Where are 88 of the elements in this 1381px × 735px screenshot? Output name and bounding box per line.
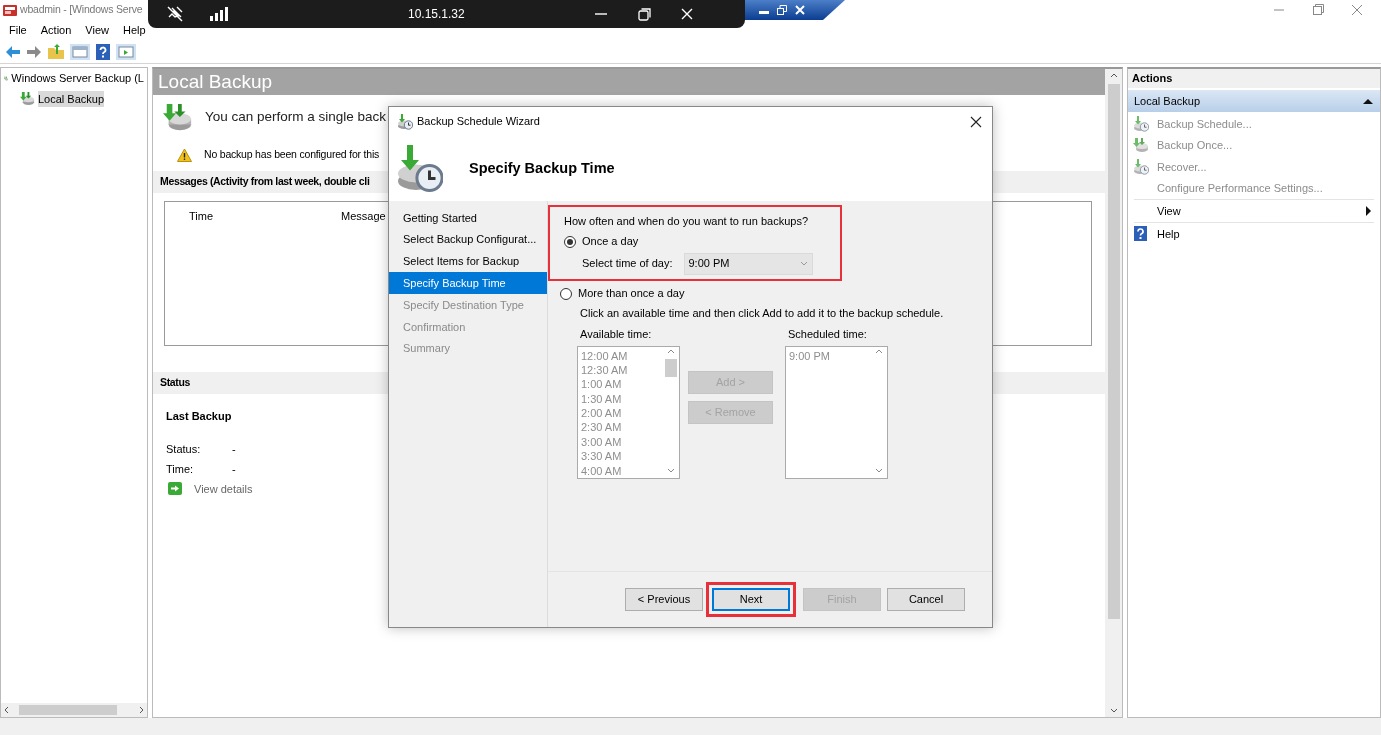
wizard-step[interactable]: Specify Backup Time xyxy=(389,272,547,295)
question-text: How often and when do you want to run backups? xyxy=(564,214,809,229)
unpin-icon[interactable] xyxy=(167,6,183,22)
radio-button[interactable] xyxy=(564,235,576,248)
tree-item[interactable]: Windows Server Backup (L xyxy=(11,70,144,87)
scroll-down-icon xyxy=(875,466,883,475)
close-icon[interactable] xyxy=(970,115,982,128)
list-item[interactable]: 2:00 AM xyxy=(581,406,660,421)
scrollbar-thumb[interactable] xyxy=(665,358,677,377)
pane-title: Actions xyxy=(1132,71,1173,87)
wizard-heading: Specify Backup Time xyxy=(469,158,615,178)
view-details-link[interactable]: View details xyxy=(194,480,253,497)
list-label: Scheduled time: xyxy=(788,327,868,342)
field-value: - xyxy=(232,441,236,457)
menu-item[interactable]: File xyxy=(9,21,27,39)
submenu-arrow-icon xyxy=(1364,206,1372,217)
wizard-button[interactable]: < Previous xyxy=(625,588,703,611)
column-header[interactable]: Time xyxy=(189,208,226,225)
list-item[interactable]: 1:00 AM xyxy=(581,377,660,392)
field-value: - xyxy=(232,461,236,477)
list-item[interactable]: 1:30 AM xyxy=(581,391,660,407)
radio-label[interactable]: Once a day xyxy=(582,233,639,250)
list-item[interactable]: 12:00 AM xyxy=(581,348,660,363)
section-title: Status xyxy=(160,375,190,391)
radio-button[interactable] xyxy=(560,287,572,300)
warning-icon xyxy=(177,148,192,162)
dialog-title: Backup Schedule Wizard xyxy=(417,114,540,130)
signal-icon[interactable] xyxy=(209,7,229,21)
restore-icon[interactable] xyxy=(637,7,651,21)
time-dropdown[interactable]: 9:00 PM xyxy=(683,252,813,275)
wizard-step[interactable]: Select Backup Configurat... xyxy=(389,228,547,251)
tree-item[interactable]: Local Backup xyxy=(38,90,105,107)
intro-text: You can perform a single back xyxy=(205,107,387,126)
wizard-icon xyxy=(395,144,443,193)
list-item[interactable]: 2:30 AM xyxy=(581,420,660,435)
action-pane-icon[interactable] xyxy=(116,43,136,60)
pane-command[interactable]: Help xyxy=(1157,225,1180,242)
section-label: Local Backup xyxy=(1134,93,1201,109)
menu-item[interactable]: View xyxy=(85,21,109,39)
restore-icon[interactable] xyxy=(777,5,787,15)
hint-text: Click an available time and then click Add to add it to the backup schedule. xyxy=(580,305,945,321)
backup-icon xyxy=(163,102,193,132)
help-icon[interactable] xyxy=(95,43,111,60)
field-label: Time: xyxy=(166,461,195,477)
forward-icon[interactable] xyxy=(26,44,42,59)
app-icon xyxy=(3,3,17,17)
page-heading: Local Backup xyxy=(153,69,1105,95)
wizard-step[interactable]: Select Items for Backup xyxy=(389,250,547,273)
window-title: wbadmin - [Windows Serve xyxy=(20,2,143,18)
menu-item[interactable]: Help xyxy=(122,21,146,39)
wizard-icon xyxy=(397,113,413,130)
vertical-scrollbar[interactable] xyxy=(1105,69,1122,717)
scroll-down-icon xyxy=(667,466,675,475)
wizard-button[interactable]: Next xyxy=(712,588,790,611)
scrollbar-thumb[interactable] xyxy=(19,705,117,715)
list-item[interactable]: 9:00 PM xyxy=(789,348,868,363)
folder-up-icon[interactable] xyxy=(47,43,65,60)
help-icon xyxy=(1133,225,1149,242)
list-item[interactable]: 12:30 AM xyxy=(581,362,660,378)
list-item[interactable]: 3:30 AM xyxy=(581,449,660,464)
time-list[interactable]: 12:00 AM 12:30 AM 1:00 AM 1:30 AM 2:00 AM 2:30 AM 3:00 AM 3:30 AM 4:00 AM xyxy=(577,345,680,479)
pane-command[interactable]: View xyxy=(1157,202,1181,220)
section-title: Messages (Activity from last week, double cli xyxy=(160,174,370,190)
menu-item[interactable]: Action xyxy=(40,21,72,39)
backup-icon xyxy=(20,91,35,107)
wizard-button[interactable]: Cancel xyxy=(887,588,965,611)
column-header[interactable]: Message xyxy=(341,208,386,225)
last-backup-title: Last Backup xyxy=(166,409,232,424)
time-list[interactable]: 9:00 PM xyxy=(785,345,888,479)
list-label: Available time: xyxy=(580,327,653,342)
connection-address: 10.15.1.32 xyxy=(408,6,465,23)
back-icon[interactable] xyxy=(5,44,21,59)
backup-schedule-icon xyxy=(1133,115,1149,132)
dropdown-caret-icon xyxy=(799,260,808,267)
maximize-icon[interactable] xyxy=(1312,4,1324,16)
list-item[interactable]: 4:00 AM xyxy=(581,463,660,478)
field-label: Status: xyxy=(166,441,202,457)
list-item[interactable]: 3:00 AM xyxy=(581,434,660,450)
field-label: Select time of day: xyxy=(582,256,673,272)
actions-section-header[interactable]: Local Backup xyxy=(1128,90,1380,112)
wizard-step[interactable]: Getting Started xyxy=(389,207,547,229)
collapse-icon[interactable] xyxy=(1362,96,1374,106)
radio-label[interactable]: More than once a day xyxy=(578,285,685,302)
recover-icon xyxy=(1133,159,1149,175)
backup-icon xyxy=(1133,137,1149,154)
scrollbar-thumb[interactable] xyxy=(1107,84,1120,619)
warning-text: No backup has been configured for this xyxy=(204,147,380,163)
horizontal-scrollbar[interactable] xyxy=(1,703,147,717)
